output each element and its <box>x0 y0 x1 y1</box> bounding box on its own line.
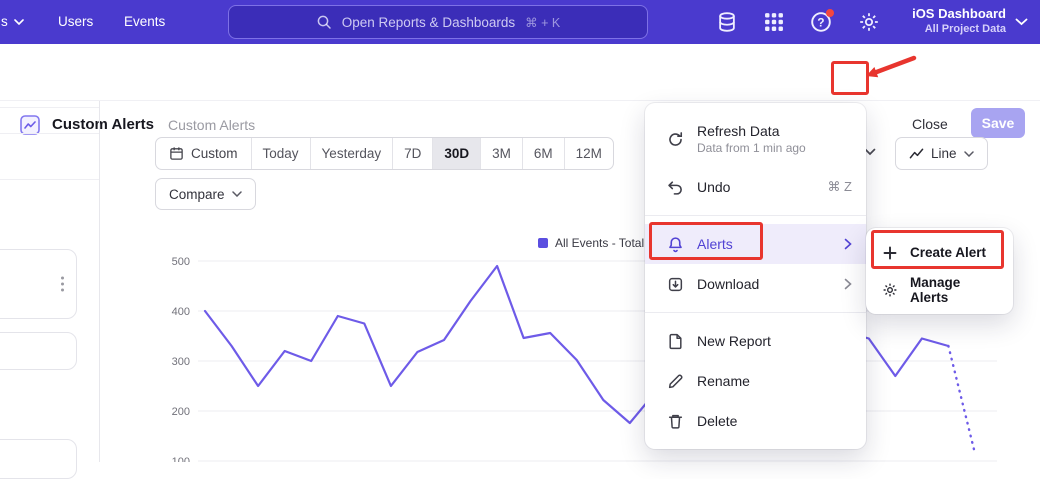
left-panel-card[interactable] <box>0 332 77 370</box>
breadcrumb: Custom Alerts <box>168 117 255 133</box>
menu-divider <box>645 215 866 216</box>
menu-item-alerts[interactable]: Alerts <box>645 224 866 264</box>
chevron-down-icon <box>14 19 24 25</box>
project-switcher[interactable]: iOS Dashboard All Project Data <box>912 5 1006 36</box>
trash-icon <box>667 413 684 430</box>
search-placeholder: Open Reports & Dashboards <box>342 15 515 30</box>
save-button[interactable]: Save <box>971 108 1025 138</box>
close-button[interactable]: Close <box>912 116 948 132</box>
download-icon <box>667 276 684 293</box>
alerts-submenu: Create Alert Manage Alerts <box>866 228 1013 314</box>
date-preset-30d[interactable]: 30D <box>432 138 480 169</box>
bell-icon <box>667 236 684 253</box>
nav-item-events[interactable]: Events <box>124 14 165 29</box>
y-tick-label: 400 <box>172 306 190 318</box>
submenu-item-manage-alerts[interactable]: Manage Alerts <box>872 271 1007 308</box>
nav-item-users[interactable]: Users <box>58 14 93 29</box>
project-scope: All Project Data <box>912 22 1006 36</box>
menu-item-delete[interactable]: Delete <box>645 401 866 441</box>
help-icon[interactable]: ? <box>810 11 832 33</box>
chart-type-selector[interactable]: Line <box>895 137 988 170</box>
menu-item-undo[interactable]: Undo ⌘ Z <box>645 167 866 207</box>
nav-item-partial[interactable]: s <box>1 14 24 29</box>
legend-label: All Events - Total <box>555 236 644 250</box>
svg-text:?: ? <box>817 16 824 29</box>
left-panel-row-divider <box>0 107 99 108</box>
menu-item-new-report[interactable]: New Report <box>645 321 866 361</box>
date-preset-custom[interactable]: Custom <box>156 138 251 169</box>
legend-swatch <box>538 238 548 248</box>
notification-dot <box>826 9 834 17</box>
date-preset-today[interactable]: Today <box>251 138 310 169</box>
menu-item-label: Undo <box>697 179 730 195</box>
chart-line-dashed <box>948 346 975 454</box>
chevron-right-icon <box>844 238 852 250</box>
date-preset-12m[interactable]: 12M <box>564 138 613 169</box>
top-navigation-bar: s Users Events Open Reports & Dashboards… <box>0 0 1040 44</box>
y-tick-label: 200 <box>172 406 190 418</box>
global-search-input[interactable]: Open Reports & Dashboards ⌘ + K <box>228 5 648 39</box>
compare-button[interactable]: Compare <box>155 178 256 210</box>
pencil-icon <box>667 373 684 390</box>
left-panel-divider <box>99 101 100 462</box>
line-chart-icon <box>909 146 924 161</box>
refresh-icon <box>667 131 684 148</box>
menu-item-label: Download <box>697 276 759 292</box>
chevron-down-icon <box>964 151 974 157</box>
date-preset-label: Custom <box>191 146 238 161</box>
menu-item-sublabel: Data from 1 min ago <box>697 141 806 155</box>
report-header: Custom Alerts Custom Alerts GV Duplicate… <box>0 44 1040 101</box>
menu-item-rename[interactable]: Rename <box>645 361 866 401</box>
settings-gear-icon[interactable] <box>858 11 880 33</box>
report-type-icon <box>20 115 40 135</box>
legend-item[interactable]: All Events - Total <box>538 236 644 250</box>
gear-icon <box>882 282 898 298</box>
date-preset-6m[interactable]: 6M <box>522 138 564 169</box>
left-panel-card[interactable] <box>0 249 77 319</box>
search-shortcut-hint: ⌘ + K <box>525 15 560 30</box>
date-preset-yesterday[interactable]: Yesterday <box>310 138 393 169</box>
kebab-menu-icon[interactable] <box>61 277 64 292</box>
menu-item-shortcut: ⌘ Z <box>827 179 852 195</box>
plus-icon <box>882 245 898 261</box>
menu-divider <box>645 312 866 313</box>
chart-type-label: Line <box>931 146 957 161</box>
y-tick-label: 300 <box>172 356 190 368</box>
chevron-down-icon <box>232 191 242 197</box>
menu-item-label: Rename <box>697 373 750 389</box>
date-range-segmented-control: Custom Today Yesterday 7D 30D 3M 6M 12M <box>155 137 614 170</box>
menu-item-download[interactable]: Download <box>645 264 866 304</box>
page-title: Custom Alerts <box>52 116 154 133</box>
menu-item-label: New Report <box>697 333 771 349</box>
nav-item-partial-label: s <box>1 14 8 29</box>
apps-grid-icon[interactable] <box>763 11 785 33</box>
date-preset-7d[interactable]: 7D <box>392 138 432 169</box>
new-report-icon <box>667 333 684 350</box>
context-menu: Refresh Data Data from 1 min ago Undo ⌘ … <box>645 103 866 449</box>
menu-item-label: Refresh Data <box>697 123 806 139</box>
project-name: iOS Dashboard <box>912 5 1006 22</box>
submenu-item-create-alert[interactable]: Create Alert <box>872 234 1007 271</box>
search-icon <box>316 14 332 30</box>
compare-label: Compare <box>169 187 225 202</box>
left-panel-row-divider <box>0 179 99 180</box>
undo-icon <box>667 179 684 196</box>
menu-item-label: Alerts <box>697 236 733 252</box>
left-panel-card[interactable] <box>0 439 77 479</box>
chevron-right-icon <box>844 278 852 290</box>
data-management-icon[interactable] <box>716 11 738 33</box>
submenu-item-label: Create Alert <box>910 245 986 260</box>
y-tick-label: 500 <box>172 256 190 268</box>
y-tick-label: 100 <box>172 456 190 462</box>
menu-item-label: Delete <box>697 413 737 429</box>
menu-item-refresh-data[interactable]: Refresh Data Data from 1 min ago <box>645 111 866 167</box>
chevron-down-icon <box>1015 18 1028 26</box>
y-axis-labels: 500 400 300 200 100 <box>172 256 190 462</box>
left-panel-row-divider <box>0 133 99 134</box>
calendar-icon <box>169 146 184 161</box>
submenu-item-label: Manage Alerts <box>910 275 997 305</box>
date-preset-3m[interactable]: 3M <box>480 138 522 169</box>
